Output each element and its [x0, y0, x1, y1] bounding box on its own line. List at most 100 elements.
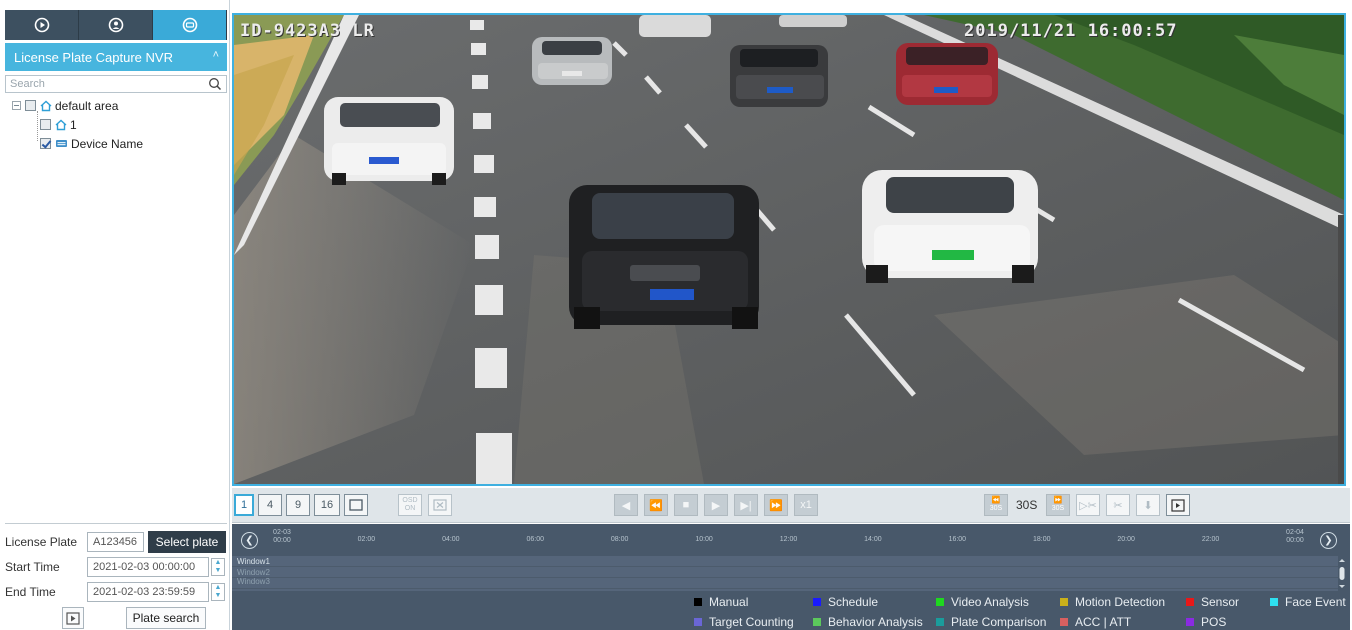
rewind-icon: ⏪ [649, 499, 663, 512]
skip-forward-label: 30S [1051, 505, 1065, 512]
panel-title: License Plate Capture NVR [14, 49, 173, 65]
tick-time: 00:00 [273, 537, 291, 544]
play-button[interactable]: ▶ [704, 494, 728, 516]
end-time-spinner[interactable]: ▲ ▼ [211, 583, 225, 601]
start-time-row: Start Time 2021-02-03 00:00:00 ▲ ▼ [5, 556, 225, 578]
timeline-next-button[interactable]: ❯ [1320, 532, 1337, 549]
record-tracks[interactable]: Window1 Window2 Window3 [232, 556, 1338, 591]
layout-9-label: 9 [294, 499, 302, 511]
device-checkbox[interactable] [40, 138, 51, 149]
osd-label: OSD [402, 497, 418, 504]
legend-label: ACC | ATT [1075, 615, 1132, 629]
speed-button[interactable]: x1 [794, 494, 818, 516]
panel-header[interactable]: License Plate Capture NVR ˄ [5, 43, 227, 71]
tree-label-1: 1 [70, 117, 77, 132]
chevron-right-icon: ❯ [1324, 535, 1333, 546]
tree-node-1[interactable]: 1 [12, 115, 222, 134]
download-button[interactable]: ⬇ [1136, 494, 1160, 516]
tick-label: 06:00 [515, 536, 555, 544]
tick-label: 02:00 [346, 536, 386, 544]
left-panel: License Plate Capture NVR ˄ default area… [0, 0, 230, 630]
legend-swatch [694, 598, 702, 606]
track-scrollbar[interactable] [1338, 558, 1346, 589]
tick-time: 16:00 [948, 536, 967, 543]
fullscreen-button[interactable] [344, 494, 368, 516]
layout-1-button[interactable]: 1 [234, 494, 254, 516]
camera-frame [234, 15, 1344, 484]
legend-label: Target Counting [709, 615, 794, 629]
tick-label: 22:00 [1191, 536, 1231, 544]
track-window3[interactable]: Window3 [232, 578, 1338, 589]
up-arrow-icon[interactable]: ▲ [215, 559, 222, 567]
start-time-field[interactable]: 2021-02-03 00:00:00 [87, 557, 209, 577]
legend-item: POS [1186, 615, 1226, 629]
tab-playback[interactable] [5, 10, 79, 40]
tick-label: 08:00 [600, 536, 640, 544]
rewind-button[interactable]: ⏪ [644, 494, 668, 516]
start-time-spinner[interactable]: ▲ ▼ [211, 558, 225, 576]
export-button[interactable] [1166, 494, 1190, 516]
search-icon[interactable] [208, 77, 222, 91]
osd-toggle-button[interactable]: OSD ON [398, 494, 422, 516]
osd-camera-id: ID-9423A3 LR [240, 21, 375, 41]
device-tree: default area 1 Device Name [12, 96, 222, 153]
legend-item: Plate Comparison [936, 615, 1046, 629]
down-arrow-icon[interactable]: ▼ [215, 567, 222, 575]
tab-face-playback[interactable] [79, 10, 153, 40]
face-playback-icon [108, 17, 123, 33]
end-time-field[interactable]: 2021-02-03 23:59:59 [87, 582, 209, 602]
tree-node-device[interactable]: Device Name [12, 134, 222, 153]
home-icon [55, 119, 67, 131]
collapse-caret-icon[interactable]: ˄ [213, 49, 219, 61]
time-scale[interactable]: ❮ ❯ 02-03 00:00 02:00 04:00 06:00 08:00 10:00 1… [232, 524, 1350, 556]
start-time-label: Start Time [5, 560, 60, 574]
stop-button[interactable]: ■ [674, 494, 698, 516]
layout-9-button[interactable]: 9 [286, 494, 310, 516]
play-results-button[interactable] [62, 607, 84, 629]
track-window2[interactable]: Window2 [232, 567, 1338, 578]
timeline-prev-button[interactable]: ❮ [241, 532, 258, 549]
close-all-button[interactable] [428, 494, 452, 516]
legend-swatch [1060, 598, 1068, 606]
area-checkbox[interactable] [25, 100, 36, 111]
timeline-panel: ❮ ❯ 02-03 00:00 02:00 04:00 06:00 08:00 10:00 1… [232, 524, 1350, 630]
legend-swatch [1186, 598, 1194, 606]
scissors-icon: ✂ [1113, 499, 1123, 512]
select-plate-button[interactable]: Select plate [148, 531, 226, 553]
step-back-button[interactable]: ◀ [614, 494, 638, 516]
layout-16-button[interactable]: 16 [314, 494, 340, 516]
tree-node-default-area[interactable]: default area [12, 96, 222, 115]
close-window-icon [433, 499, 447, 511]
layout-4-label: 4 [266, 499, 274, 511]
child-checkbox[interactable] [40, 119, 51, 130]
search-input[interactable] [6, 76, 196, 92]
plate-search-button[interactable]: Plate search [126, 607, 206, 629]
legend-label: Manual [709, 595, 749, 609]
clip-start-button[interactable]: ▷✂ [1076, 494, 1100, 516]
skip-back-button[interactable]: ⏪ 30S [984, 494, 1008, 516]
down-arrow-icon[interactable]: ▼ [215, 592, 222, 600]
next-frame-button[interactable]: ▶| [734, 494, 758, 516]
fast-forward-button[interactable]: ⏩ [764, 494, 788, 516]
tick-date: 02-03 [273, 529, 291, 536]
layout-4-button[interactable]: 4 [258, 494, 282, 516]
tab-plate-playback[interactable] [153, 10, 227, 40]
legend-label: Behavior Analysis [828, 615, 923, 629]
tick-label: 18:00 [1022, 536, 1062, 544]
osd-state-label: ON [404, 505, 416, 512]
skip-forward-button[interactable]: ⏩ 30S [1046, 494, 1070, 516]
skip-interval-label[interactable]: 30S [1016, 498, 1037, 512]
clip-button[interactable]: ✂ [1106, 494, 1130, 516]
layout-16-label: 16 [320, 499, 334, 511]
fullscreen-icon [349, 499, 363, 511]
license-plate-input[interactable]: A123456 [87, 532, 144, 552]
tick-label: 12:00 [769, 536, 809, 544]
up-arrow-icon[interactable]: ▲ [215, 584, 222, 592]
video-window[interactable]: ID-9423A3 LR 2019/11/21 16:00:57 [232, 13, 1346, 486]
track-window1[interactable]: Window1 [232, 556, 1338, 567]
tick-label: 04:00 [431, 536, 471, 544]
collapse-icon[interactable] [12, 101, 21, 110]
tick-time: 10:00 [695, 536, 713, 543]
legend-item: Target Counting [694, 615, 794, 629]
divider [5, 523, 227, 524]
